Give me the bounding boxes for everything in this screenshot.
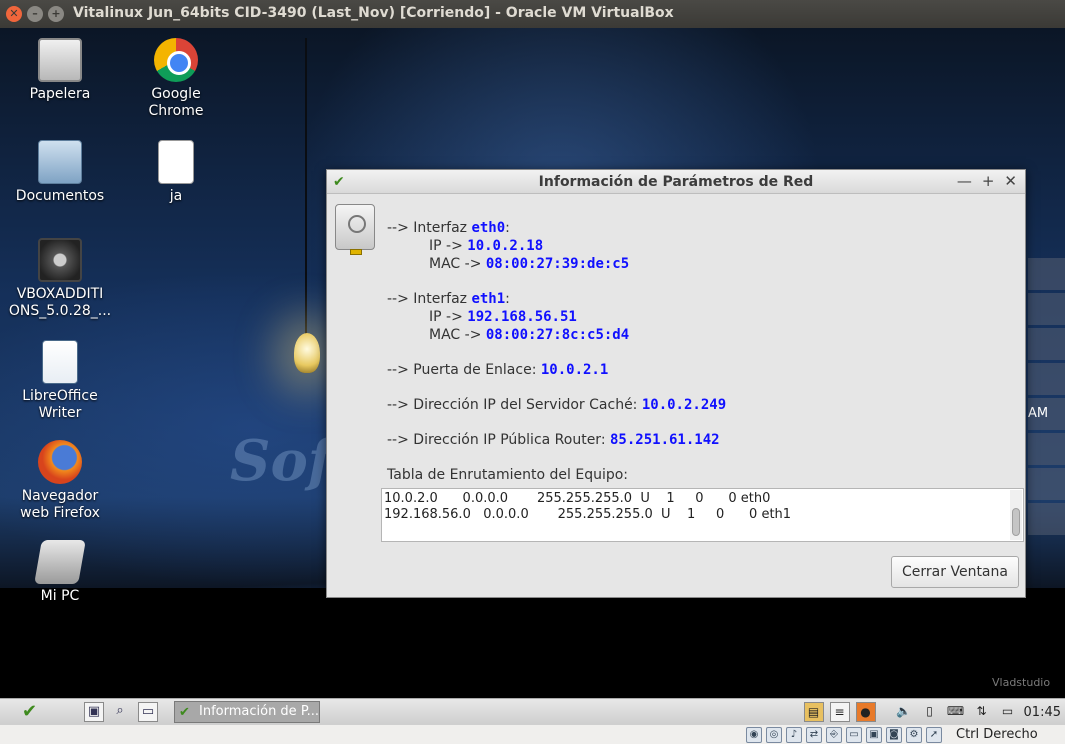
dialog-minimize-button[interactable]: — (957, 172, 972, 190)
background-window-text: AM (1028, 406, 1049, 421)
window-list-icon[interactable]: ▭ (138, 702, 158, 722)
eth1-ip: IP -> 192.168.56.51 (429, 309, 577, 325)
cpu-icon[interactable]: ⚙ (906, 727, 922, 743)
desktop-icon-label: Documentos (15, 188, 105, 204)
desktop-icon-label: LibreOffice Writer (22, 388, 98, 421)
chrome-icon (154, 38, 198, 82)
text-file-icon (158, 140, 194, 184)
host-maximize-button[interactable]: + (48, 6, 64, 22)
desktop-icon-vboxadditions[interactable]: VBOXADDITI ONS_5.0.28_... (5, 238, 115, 320)
desktop-icon-documents[interactable]: Documentos (5, 140, 115, 204)
route-table-scrollbar[interactable] (1010, 490, 1022, 540)
desktop-icon-writer[interactable]: LibreOffice Writer (5, 340, 115, 422)
desktop-icon-label: Google Chrome (148, 86, 204, 119)
document-tray-icon[interactable]: ≡ (829, 702, 850, 722)
taskbar-item-network-info[interactable]: ✔ Información de P... (174, 701, 320, 723)
vitalinux-menu-button[interactable]: ✔ (22, 701, 37, 722)
guest-taskbar: ✔ ▣ ⌕ ▭ ✔ Información de P... ▤ ≡ ● 🔈 ▯ … (0, 698, 1065, 724)
dialog-title: Información de Parámetros de Red (538, 174, 814, 190)
wallpaper-credit: Vladstudio (992, 676, 1051, 689)
vitalinux-logo-icon: ✔ (179, 705, 190, 720)
wallpaper-wire (305, 38, 307, 358)
folder-icon (38, 140, 82, 184)
virtualbox-status-bar: ◉ ◎ ♪ ⇄ ⎆ ▭ ▣ ◙ ⚙ ➚ Ctrl Derecho (0, 724, 1065, 744)
dialog-maximize-button[interactable]: + (982, 172, 995, 190)
gateway-line: --> Puerta de Enlace: 10.0.2.1 (387, 362, 609, 378)
display-icon[interactable]: ▭ (998, 702, 1018, 722)
battery-icon[interactable]: ▯ (920, 702, 940, 722)
computer-icon (34, 540, 86, 584)
route-row: 10.0.2.0 0.0.0.0 255.255.255.0 U 1 0 0 e… (384, 491, 771, 506)
host-key-label: Ctrl Derecho (956, 727, 1038, 742)
desktop-icon-ja[interactable]: ja (121, 140, 231, 204)
host-minimize-button[interactable]: – (27, 6, 43, 22)
eth0-ip: IP -> 10.0.2.18 (429, 238, 544, 254)
eth1-header: --> Interfaz eth1: (387, 291, 510, 307)
firefox-tray-icon[interactable]: ● (855, 702, 876, 722)
dialog-titlebar[interactable]: ✔ Información de Parámetros de Red — + ✕ (327, 170, 1025, 194)
optical-drive-icon[interactable]: ◎ (766, 727, 782, 743)
desktop-icon-label: Mi PC (40, 588, 80, 604)
trash-icon (38, 38, 82, 82)
desktop-icon-trash[interactable]: Papelera (5, 38, 115, 102)
keyboard-icon[interactable]: ⌨ (946, 702, 966, 722)
shared-folders-icon[interactable]: ▭ (846, 727, 862, 743)
network-drive-icon (335, 204, 375, 255)
eth1-mac: MAC -> 08:00:27:8c:c5:d4 (429, 327, 630, 343)
app-tray-icon[interactable]: ▤ (803, 702, 824, 722)
desktop-icon-label: VBOXADDITI ONS_5.0.28_... (8, 286, 112, 319)
display-status-icon[interactable]: ▣ (866, 727, 882, 743)
eth0-mac: MAC -> 08:00:27:39:de:c5 (429, 256, 630, 272)
network-adapter-icon[interactable]: ⇄ (806, 727, 822, 743)
clock[interactable]: 01:45 (1024, 705, 1061, 720)
host-close-button[interactable]: ✕ (6, 6, 22, 22)
desktop-icon-label: Papelera (29, 86, 91, 102)
dialog-close-button[interactable]: ✕ (1004, 172, 1017, 190)
firefox-icon (38, 440, 82, 484)
lightbulb-image (294, 333, 320, 373)
host-window-title: Vitalinux Jun_64bits CID-3490 (Last_Nov)… (73, 5, 674, 21)
show-desktop-icon[interactable]: ▣ (84, 702, 104, 722)
background-window-edge (1028, 258, 1065, 552)
eth0-header: --> Interfaz eth0: (387, 220, 510, 236)
writer-icon (42, 340, 78, 384)
host-titlebar: ✕ – + Vitalinux Jun_64bits CID-3490 (Las… (0, 0, 1065, 28)
desktop-icon-firefox[interactable]: Navegador web Firefox (5, 440, 115, 522)
desktop-icon-label: Navegador web Firefox (20, 488, 100, 521)
close-window-button[interactable]: Cerrar Ventana (891, 556, 1019, 588)
audio-icon[interactable]: ♪ (786, 727, 802, 743)
route-row: 192.168.56.0 0.0.0.0 255.255.255.0 U 1 0… (384, 507, 792, 522)
volume-icon[interactable]: 🔈 (894, 702, 914, 722)
cache-server-line: --> Dirección IP del Servidor Caché: 10.… (387, 397, 727, 413)
video-capture-icon[interactable]: ◙ (886, 727, 902, 743)
desktop-icon-mypc[interactable]: Mi PC (5, 540, 115, 604)
taskbar-item-label: Información de P... (199, 704, 320, 719)
wallpaper-horizon (0, 588, 1065, 698)
search-icon[interactable]: ⌕ (110, 702, 130, 722)
cd-icon (38, 238, 82, 282)
hard-disk-icon[interactable]: ◉ (746, 727, 762, 743)
network-info-text: --> Interfaz eth0: IP -> 10.0.2.18 MAC -… (387, 220, 726, 450)
network-icon[interactable]: ⇅ (972, 702, 992, 722)
desktop-icon-label: ja (169, 188, 183, 204)
usb-icon[interactable]: ⎆ (826, 727, 842, 743)
network-info-dialog: ✔ Información de Parámetros de Red — + ✕… (326, 169, 1026, 598)
route-table-label: Tabla de Enrutamiento del Equipo: (387, 467, 629, 483)
route-table-textarea[interactable]: 10.0.2.0 0.0.0.0 255.255.255.0 U 1 0 0 e… (381, 488, 1024, 542)
system-tray: ▤ ≡ ● 🔈 ▯ ⌨ ⇅ ▭ 01:45 (803, 701, 1065, 723)
desktop-icon-chrome[interactable]: Google Chrome (121, 38, 231, 120)
public-ip-line: --> Dirección IP Pública Router: 85.251.… (387, 432, 720, 448)
mouse-integration-icon[interactable]: ➚ (926, 727, 942, 743)
